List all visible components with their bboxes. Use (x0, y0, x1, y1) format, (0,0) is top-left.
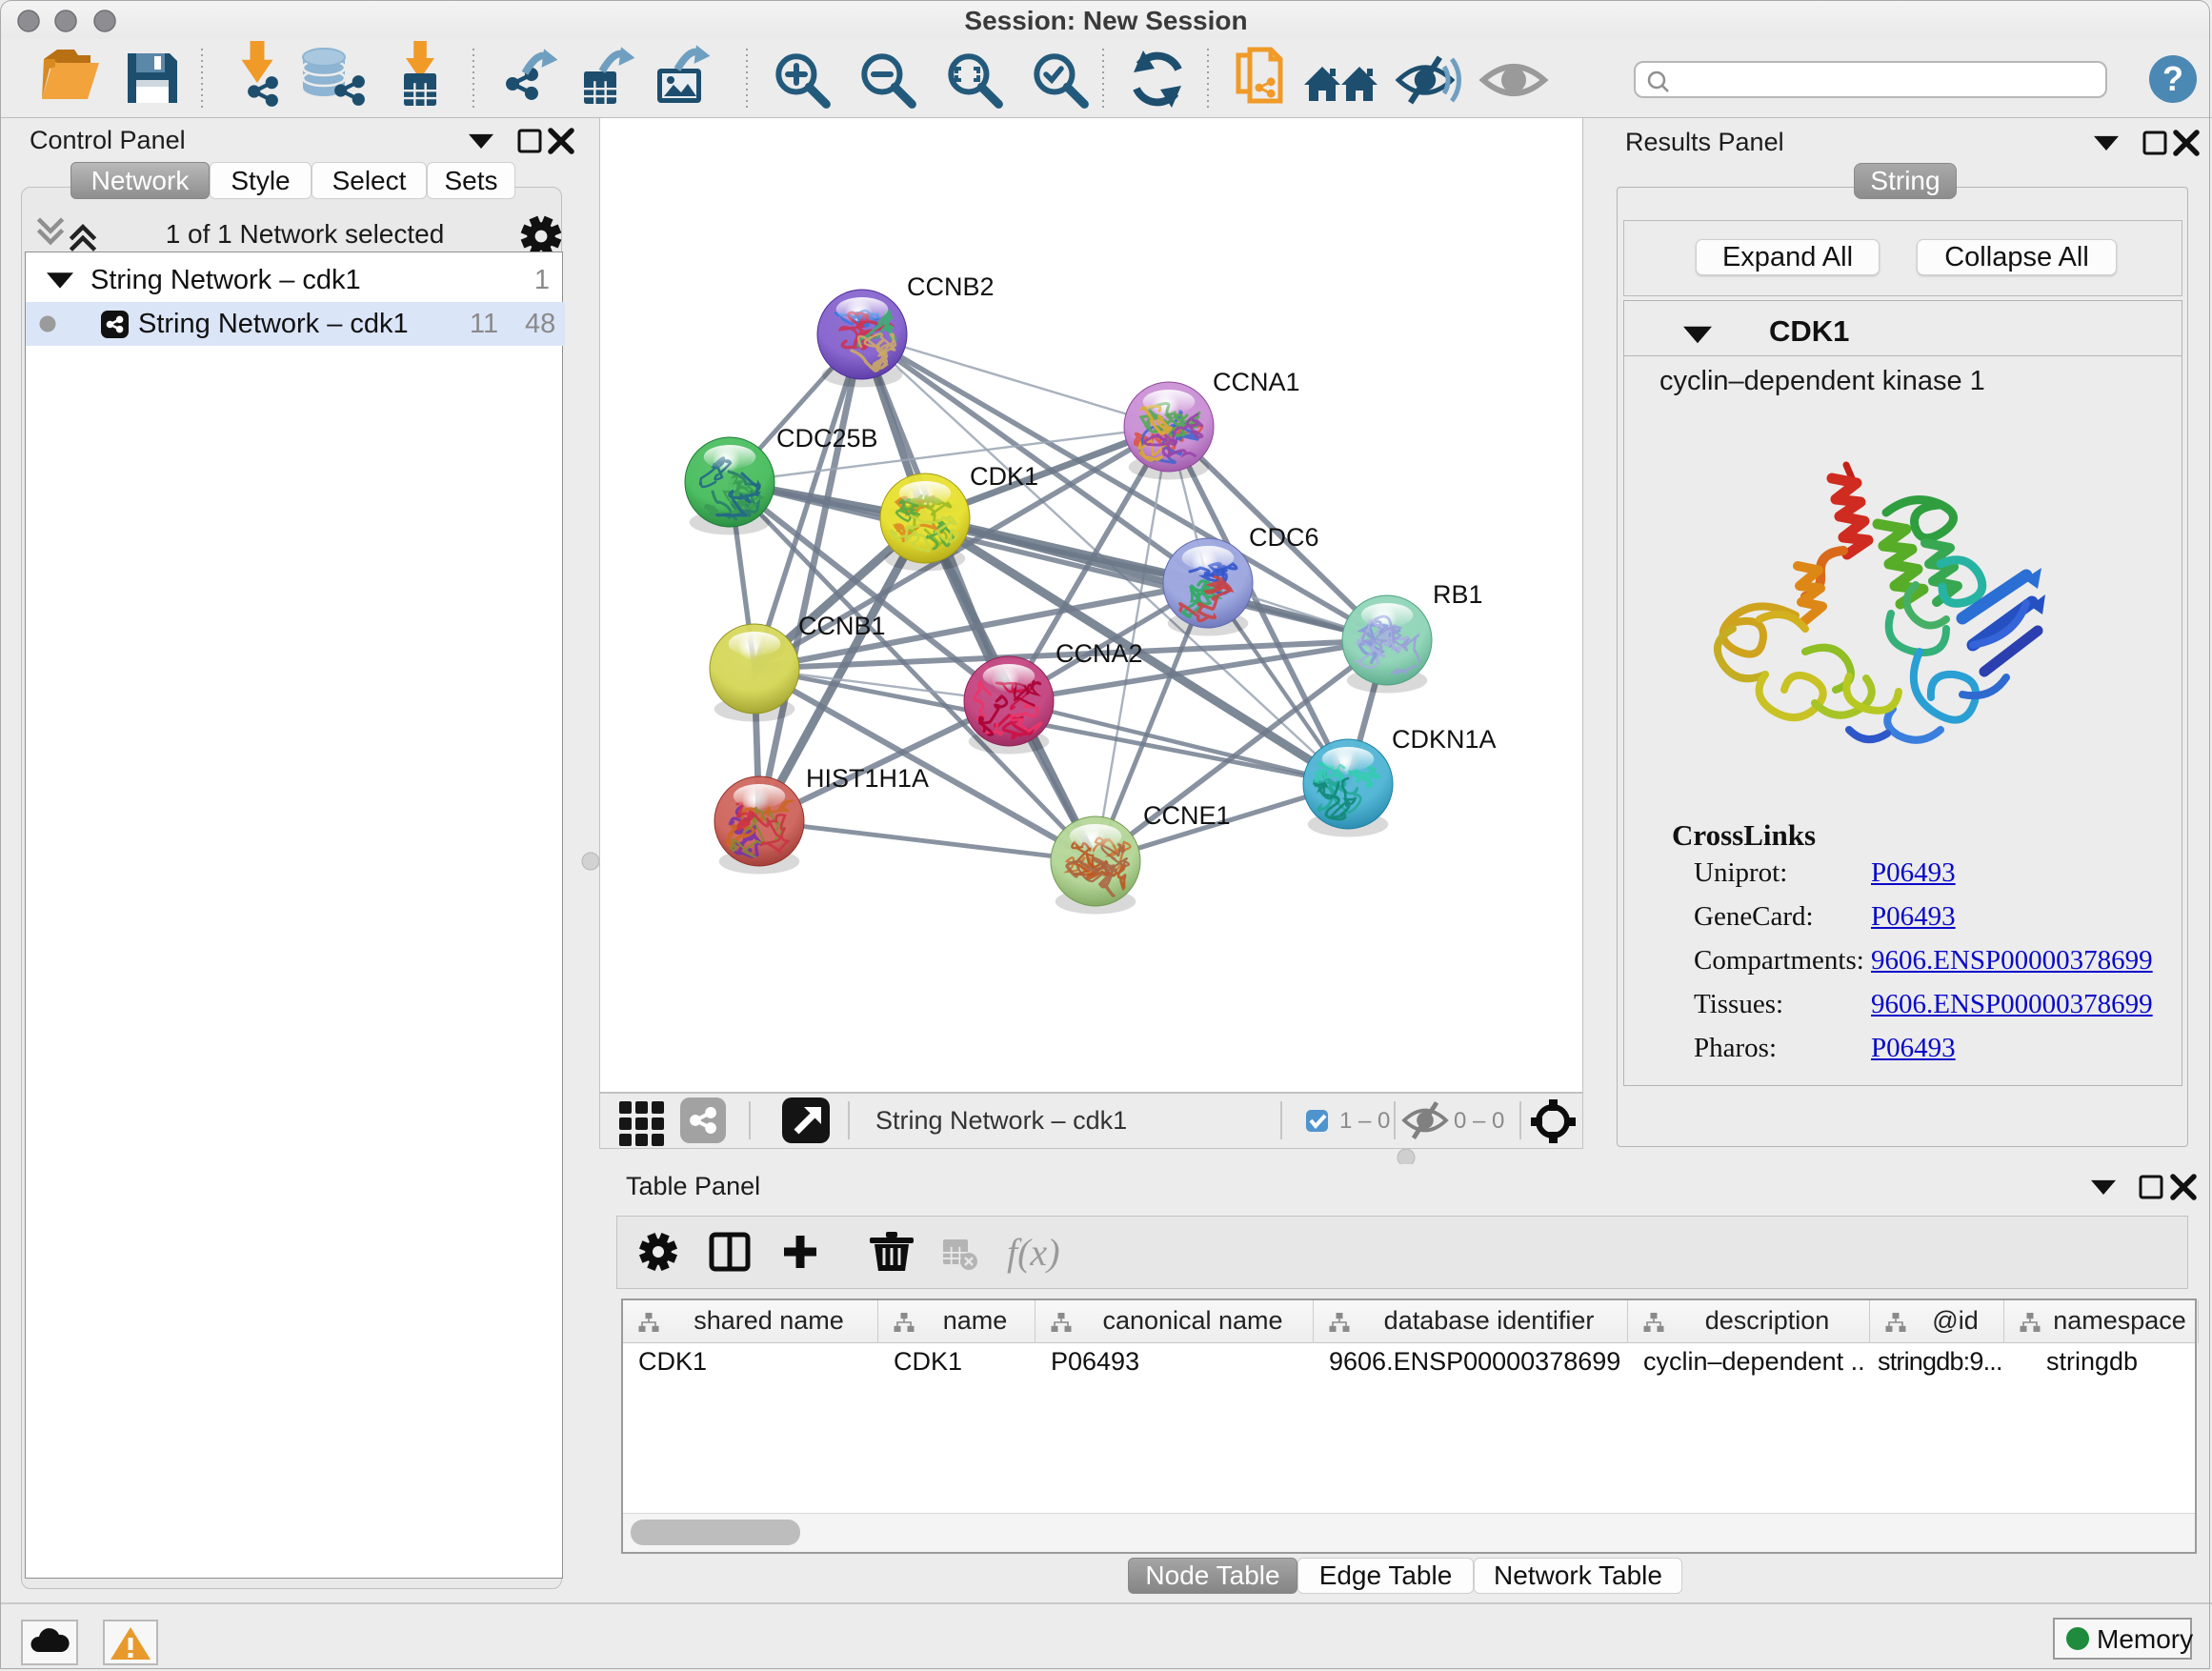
svg-text:f(x): f(x) (1007, 1231, 1060, 1274)
svg-text:CCNB2: CCNB2 (907, 272, 995, 301)
svg-text:CDK1: CDK1 (970, 462, 1038, 491)
svg-text:CCNA2: CCNA2 (1056, 639, 1143, 668)
svg-text:CCNB1: CCNB1 (798, 612, 886, 640)
svg-text:CCNA1: CCNA1 (1213, 368, 1300, 396)
svg-text:CCNE1: CCNE1 (1143, 801, 1231, 830)
svg-text:CDKN1A: CDKN1A (1392, 725, 1497, 754)
svg-text:CDC6: CDC6 (1249, 523, 1319, 552)
svg-text:?: ? (2162, 59, 2183, 98)
svg-text:HIST1H1A: HIST1H1A (806, 764, 929, 793)
svg-text:CDC25B: CDC25B (776, 424, 878, 453)
svg-text:RB1: RB1 (1433, 580, 1483, 609)
